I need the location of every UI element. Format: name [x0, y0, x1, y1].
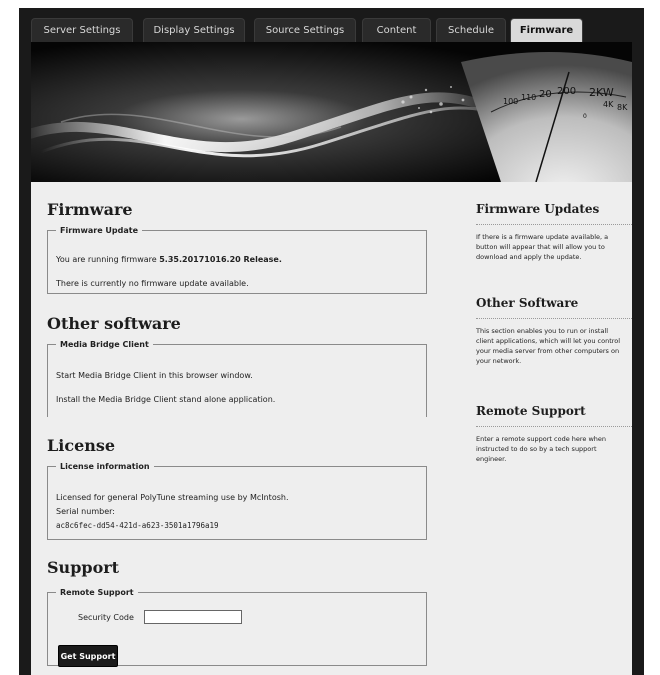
- remote-support-legend: Remote Support: [60, 588, 134, 597]
- tab-schedule[interactable]: Schedule: [436, 18, 506, 42]
- section-title-firmware: Firmware: [47, 200, 133, 219]
- main-panel: Firmware Firmware Update You are running…: [31, 182, 632, 675]
- tab-firmware[interactable]: Firmware: [510, 18, 583, 42]
- sidebar-divider: [476, 318, 632, 319]
- sidebar: Firmware Updates If there is a firmware …: [476, 182, 632, 675]
- section-title-other-software: Other software: [47, 314, 181, 333]
- tab-server-settings[interactable]: Server Settings: [31, 18, 133, 42]
- firmware-update-legend: Firmware Update: [60, 226, 139, 235]
- license-legend: License information: [60, 462, 150, 471]
- sidebar-divider: [476, 426, 632, 427]
- sidebar-text-remote-support: Enter a remote support code here when in…: [476, 435, 607, 463]
- media-bridge-fieldset: Media Bridge Client Start Media Bridge C…: [47, 340, 427, 417]
- security-code-label: Security Code: [78, 613, 134, 622]
- svg-text:2KW: 2KW: [589, 86, 614, 99]
- svg-text:4K: 4K: [603, 100, 614, 109]
- start-media-bridge-link[interactable]: Start Media Bridge Client in this browse…: [56, 371, 253, 380]
- app-frame: Server Settings Display Settings Source …: [19, 8, 644, 675]
- tab-bar: Server Settings Display Settings Source …: [19, 8, 644, 42]
- sidebar-title-firmware-updates: Firmware Updates: [476, 202, 600, 216]
- tab-display-settings[interactable]: Display Settings: [143, 18, 245, 42]
- svg-text:20: 20: [539, 89, 552, 100]
- get-support-button[interactable]: Get Support: [58, 645, 118, 667]
- sidebar-title-other-software: Other Software: [476, 296, 579, 310]
- svg-text:110: 110: [521, 93, 536, 102]
- sidebar-text-other-software: This section enables you to run or insta…: [476, 327, 621, 365]
- svg-text:100: 100: [503, 97, 518, 106]
- content-column: Firmware Firmware Update You are running…: [31, 182, 467, 675]
- svg-text:0: 0: [583, 113, 587, 120]
- sidebar-text-firmware-updates: If there is a firmware update available,…: [476, 233, 609, 261]
- serial-label: Serial number:: [56, 507, 115, 516]
- security-code-input[interactable]: [144, 610, 242, 624]
- section-title-license: License: [47, 436, 116, 455]
- firmware-update-status: There is currently no firmware update av…: [56, 279, 249, 288]
- firmware-version-line: You are running firmware 5.35.20171016.2…: [56, 255, 282, 264]
- tab-source-settings[interactable]: Source Settings: [254, 18, 356, 42]
- tab-content[interactable]: Content: [362, 18, 431, 42]
- sidebar-title-remote-support: Remote Support: [476, 404, 586, 418]
- license-fieldset: License information Licensed for general…: [47, 462, 427, 540]
- firmware-running-text: You are running firmware: [56, 255, 157, 264]
- banner-artwork: 100 110 20 200 2KW 4K 8K 0: [31, 42, 632, 182]
- svg-text:8K: 8K: [617, 103, 628, 112]
- install-media-bridge-link[interactable]: Install the Media Bridge Client stand al…: [56, 395, 275, 404]
- license-text: Licensed for general PolyTune streaming …: [56, 493, 289, 502]
- firmware-update-fieldset: Firmware Update You are running firmware…: [47, 226, 427, 294]
- media-bridge-legend: Media Bridge Client: [60, 340, 149, 349]
- serial-value: ac8c6fec-dd54-421d-a623-3501a1796a19: [56, 521, 219, 530]
- sidebar-divider: [476, 224, 632, 225]
- header-banner: 100 110 20 200 2KW 4K 8K 0: [31, 42, 632, 182]
- section-title-support: Support: [47, 558, 120, 577]
- firmware-version: 5.35.20171016.20 Release.: [159, 255, 282, 264]
- remote-support-fieldset: Remote Support Security Code Get Support: [47, 588, 427, 667]
- svg-text:200: 200: [557, 86, 576, 97]
